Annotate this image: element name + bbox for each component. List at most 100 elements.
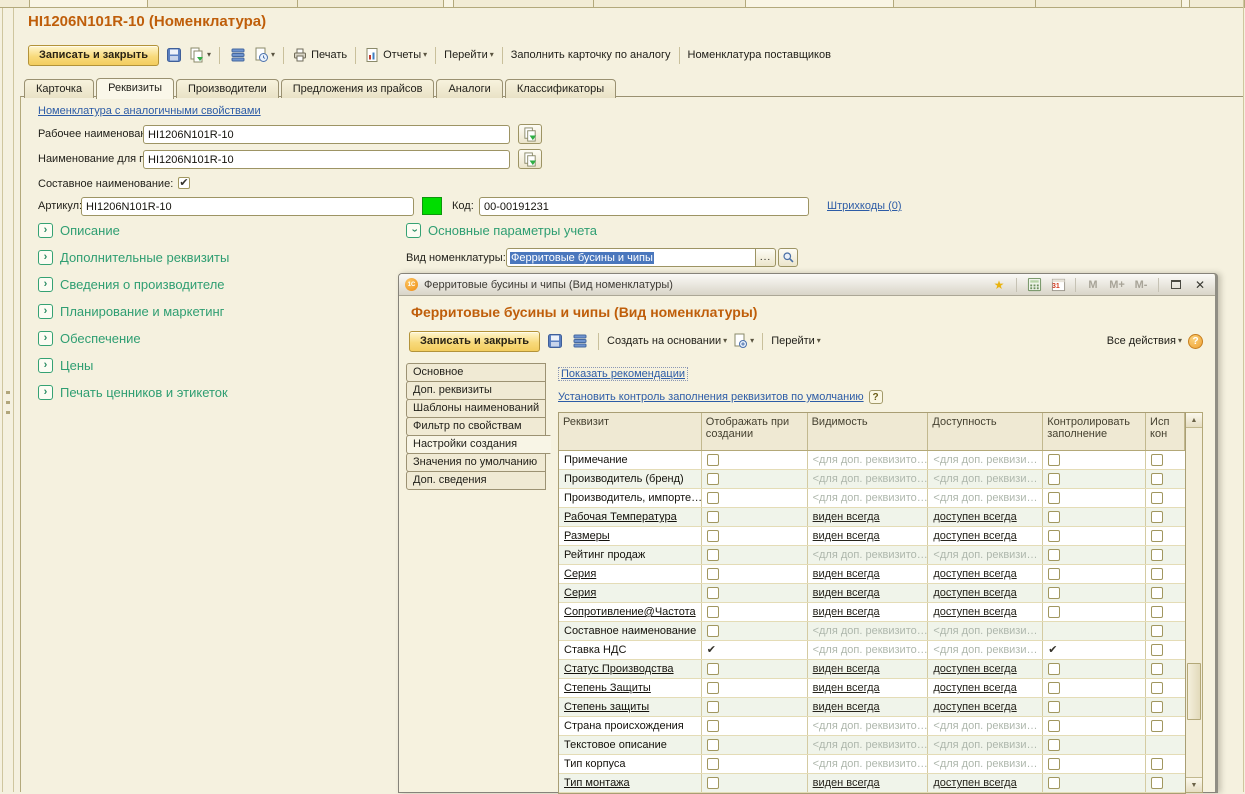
attribute-row-7[interactable]: Сериявиден всегдадоступен всегда <box>559 584 1185 603</box>
attribute-row-14[interactable]: Страна происхождения<для доп. реквизито…… <box>559 717 1185 736</box>
accessibility-link[interactable]: доступен всегда <box>933 701 1016 713</box>
attribute-row-13[interactable]: Степень защитывиден всегдадоступен всегд… <box>559 698 1185 717</box>
accessibility-link[interactable]: доступен всегда <box>933 682 1016 694</box>
checkbox-unchecked[interactable] <box>1048 492 1060 504</box>
main-tab-4[interactable]: Аналоги <box>436 79 502 98</box>
checkbox-unchecked[interactable] <box>1048 454 1060 466</box>
attribute-row-8[interactable]: Сопротивление@Частотавиден всегдадоступе… <box>559 603 1185 622</box>
cell-control-fill[interactable] <box>1043 679 1146 697</box>
cell-display-on-create[interactable] <box>702 470 808 488</box>
fill-by-analog-button[interactable]: Заполнить карточку по аналогу <box>511 45 671 65</box>
checkbox-unchecked[interactable] <box>707 777 719 789</box>
print-button[interactable]: Печать <box>292 45 347 65</box>
main-tab-1[interactable]: Реквизиты <box>96 78 174 99</box>
nomenclature-type-select-button[interactable]: ... <box>756 248 776 267</box>
attribute-name-link[interactable]: Размеры <box>564 530 610 542</box>
cell-accessibility[interactable]: доступен всегда <box>928 584 1043 602</box>
checkbox-unchecked[interactable] <box>1151 454 1163 466</box>
working-name-input[interactable] <box>143 125 510 144</box>
section-toggle-2[interactable]: ›Сведения о производителе <box>38 277 225 292</box>
cell-control-fill[interactable] <box>1043 736 1146 754</box>
cell-use-control[interactable] <box>1146 451 1185 469</box>
checkbox-unchecked[interactable] <box>707 568 719 580</box>
modal-list-button[interactable] <box>570 331 590 351</box>
attribute-row-9[interactable]: Составное наименование<для доп. реквизит… <box>559 622 1185 641</box>
goto-button[interactable]: Перейти ▾ <box>444 45 494 65</box>
checkbox-unchecked[interactable] <box>707 492 719 504</box>
attribute-row-5[interactable]: Рейтинг продаж<для доп. реквизито…<для д… <box>559 546 1185 565</box>
checkbox-unchecked[interactable] <box>1048 530 1060 542</box>
checkbox-unchecked[interactable] <box>1151 701 1163 713</box>
accessibility-link[interactable]: доступен всегда <box>933 587 1016 599</box>
reports-button[interactable]: Отчеты ▾ <box>364 45 427 65</box>
attribute-name-link[interactable]: Сопротивление@Частота <box>564 606 696 618</box>
visibility-link[interactable]: виден всегда <box>813 587 880 599</box>
checkbox-unchecked[interactable] <box>707 530 719 542</box>
suppliers-button[interactable]: Номенклатура поставщиков <box>688 45 831 65</box>
side-tab-2[interactable]: Шаблоны наименований <box>406 399 546 418</box>
accounting-group-toggle[interactable]: › Основные параметры учета <box>406 223 597 238</box>
checkbox-unchecked[interactable] <box>707 454 719 466</box>
cell-accessibility[interactable]: доступен всегда <box>928 660 1043 678</box>
cell-control-fill[interactable] <box>1043 660 1146 678</box>
checkbox-unchecked[interactable] <box>1151 568 1163 580</box>
checkbox-unchecked[interactable] <box>1048 720 1060 732</box>
scroll-thumb[interactable] <box>1187 663 1201 720</box>
working-name-fill-button[interactable] <box>518 124 542 144</box>
checkbox-unchecked[interactable] <box>1048 606 1060 618</box>
checkbox-unchecked[interactable] <box>707 682 719 694</box>
attribute-row-2[interactable]: Производитель, импорте…<для доп. реквизи… <box>559 489 1185 508</box>
cell-use-control[interactable] <box>1146 736 1185 754</box>
cell-use-control[interactable] <box>1146 679 1185 697</box>
cell-visibility[interactable]: виден всегда <box>808 603 929 621</box>
attribute-row-11[interactable]: Статус Производствавиден всегдадоступен … <box>559 660 1185 679</box>
checkbox-unchecked[interactable] <box>1151 720 1163 732</box>
cell-use-control[interactable] <box>1146 698 1185 716</box>
list-button[interactable] <box>228 45 248 65</box>
accessibility-link[interactable]: доступен всегда <box>933 777 1016 789</box>
calculator-button[interactable] <box>1025 277 1043 293</box>
print-name-input[interactable] <box>143 150 510 169</box>
cell-control-fill[interactable] <box>1043 508 1146 526</box>
attribute-row-4[interactable]: Размеры виден всегда доступен всегда <box>559 527 1185 546</box>
side-tab-0[interactable]: Основное <box>406 363 546 382</box>
visibility-link[interactable]: виден всегда <box>813 530 880 542</box>
help-button[interactable]: ? <box>1188 334 1203 349</box>
accessibility-link[interactable]: доступен всегда <box>933 511 1016 523</box>
checkbox-unchecked[interactable] <box>1151 682 1163 694</box>
copy-button[interactable]: ▾ <box>189 45 211 65</box>
checkbox-unchecked[interactable] <box>707 549 719 561</box>
attribute-name-link[interactable]: Степень Защиты <box>564 682 651 694</box>
visibility-link[interactable]: виден всегда <box>813 568 880 580</box>
cell-visibility[interactable]: виден всегда <box>808 679 929 697</box>
checkbox-unchecked[interactable] <box>1048 758 1060 770</box>
attribute-name-link[interactable]: Степень защиты <box>564 701 649 713</box>
accessibility-link[interactable]: доступен всегда <box>933 530 1016 542</box>
checkbox-unchecked[interactable] <box>707 663 719 675</box>
section-toggle-0[interactable]: ›Описание <box>38 223 120 238</box>
checkbox-unchecked[interactable] <box>1048 568 1060 580</box>
close-button[interactable]: ✕ <box>1191 277 1209 293</box>
cell-display-on-create[interactable] <box>702 527 808 545</box>
similar-nomenclature-link[interactable]: Номенклатура с аналогичными свойствами <box>38 105 261 117</box>
checkbox-unchecked[interactable] <box>1048 663 1060 675</box>
attribute-row-17[interactable]: Тип монтажавиден всегдадоступен всегда <box>559 774 1185 793</box>
checkbox-unchecked[interactable] <box>1048 682 1060 694</box>
print-name-fill-button[interactable] <box>518 149 542 169</box>
checkbox-unchecked[interactable] <box>707 606 719 618</box>
cell-control-fill[interactable] <box>1043 622 1146 640</box>
main-tab-3[interactable]: Предложения из прайсов <box>281 79 435 98</box>
cell-control-fill[interactable] <box>1043 546 1146 564</box>
modal-save-button[interactable] <box>545 331 565 351</box>
checkbox-unchecked[interactable] <box>1048 777 1060 789</box>
cell-display-on-create[interactable] <box>702 698 808 716</box>
cell-control-fill[interactable] <box>1043 527 1146 545</box>
cell-accessibility[interactable]: доступен всегда <box>928 565 1043 583</box>
cell-display-on-create[interactable]: ✔ <box>702 641 808 659</box>
cell-use-control[interactable] <box>1146 660 1185 678</box>
side-tab-3[interactable]: Фильтр по свойствам <box>406 417 546 436</box>
attribute-name-link[interactable]: Статус Производства <box>564 663 674 675</box>
accessibility-link[interactable]: доступен всегда <box>933 663 1016 675</box>
checkbox-unchecked[interactable] <box>1048 549 1060 561</box>
cell-use-control[interactable] <box>1146 470 1185 488</box>
